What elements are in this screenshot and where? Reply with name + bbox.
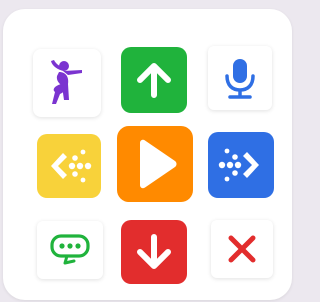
play-button[interactable] [117, 126, 193, 202]
delete-button[interactable] [211, 220, 273, 278]
move-up-button[interactable] [121, 47, 187, 113]
dotted-arrow-left-icon [51, 149, 92, 183]
dance-button[interactable] [33, 49, 101, 117]
dancer-icon [51, 60, 82, 104]
arrow-up-icon [137, 63, 171, 98]
move-right-button[interactable] [208, 132, 274, 198]
close-icon [228, 235, 256, 263]
move-left-button[interactable] [37, 134, 101, 198]
speech-loop-button[interactable] [37, 221, 103, 279]
microphone-icon [225, 59, 255, 99]
dotted-arrow-right-icon [218, 148, 259, 182]
move-down-button[interactable] [121, 220, 187, 284]
command-grid [0, 0, 301, 302]
speech-bubble-loop-icon [50, 234, 90, 265]
microphone-button[interactable] [208, 46, 272, 110]
arrow-down-icon [137, 234, 171, 269]
play-icon [140, 139, 177, 189]
